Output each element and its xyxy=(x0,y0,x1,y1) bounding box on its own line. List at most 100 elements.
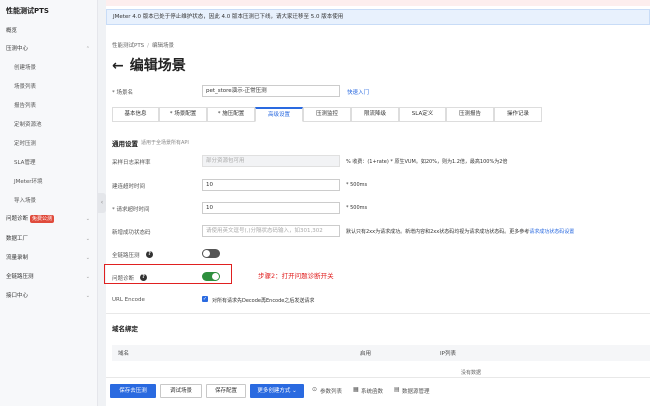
sidebar-item-diagnosis[interactable]: 问题诊断 免费公测 ⌄ xyxy=(0,212,98,226)
notice-banner-info: JMeter 4.0 版本已处于停止维护状态，因此 4.0 版本压测已下线，请大… xyxy=(106,9,650,25)
sidebar-item-pressure-center[interactable]: 压测中心 ⌃ xyxy=(0,42,98,56)
general-settings-subtitle: 适用于全场景所有API xyxy=(141,140,189,146)
success-code-hint: 默认只有2xx为请求成功。新增内容和2xx状态码均视为请求成功状态码。更多参考请… xyxy=(346,228,574,235)
success-code-label: 新增成功状态码 xyxy=(112,230,151,236)
save-and-run-button[interactable]: 保存去压测 xyxy=(110,384,156,398)
page-title: ← 编辑场景 xyxy=(112,55,186,75)
chevron-down-icon: ⌄ xyxy=(85,293,90,299)
breadcrumb: 性能测试PTS / 编辑场景 xyxy=(112,41,174,49)
breadcrumb-current: 编辑场景 xyxy=(152,43,175,49)
tab-rate-limit[interactable]: 限流降级 xyxy=(351,107,399,122)
sidebar-item-label: 接口中心 xyxy=(6,293,29,299)
sidebar-item-scene-list[interactable]: 场景列表 xyxy=(0,80,98,94)
sidebar-item-traffic-record[interactable]: 流量录制 ⌄ xyxy=(0,251,98,265)
sidebar-item-label: 全链路压测 xyxy=(6,274,34,280)
sidebar-item-import-scene[interactable]: 导入场景 xyxy=(0,194,98,208)
tab-basic-info[interactable]: 基本信息 xyxy=(112,107,159,122)
help-icon[interactable]: ? xyxy=(146,251,153,258)
sampling-rate-hint: % 收费：(1+rate) * 原生VUM。如20%，则为1.2倍，最高100%… xyxy=(346,159,508,165)
success-code-hint-text: 默认只有2xx为请求成功。新增内容和2xx状态码均视为请求成功状态码。更多参考 xyxy=(346,229,530,235)
fulllink-toggle[interactable] xyxy=(202,249,220,258)
page-title-text: 编辑场景 xyxy=(129,58,186,74)
url-encode-text: 对所有请求先Decode再Encode之后发送请求 xyxy=(212,298,315,304)
datasource-button[interactable]: 数据源管理 xyxy=(402,387,430,395)
request-timeout-input[interactable]: 10 xyxy=(202,202,340,214)
column-header-domain: 域名 xyxy=(118,351,130,357)
sidebar-item-api-center[interactable]: 接口中心 ⌄ xyxy=(0,289,98,303)
scene-name-label: * 场景名 xyxy=(112,90,133,96)
sidebar-item-sla[interactable]: SLA管理 xyxy=(0,156,98,170)
request-timeout-unit: * 500ms xyxy=(346,205,368,211)
toggle-knob xyxy=(203,250,210,257)
quickstart-link[interactable]: 快速入门 xyxy=(347,88,369,96)
parameter-list-icon: ⊙ xyxy=(312,386,318,393)
connect-timeout-input[interactable]: 10 xyxy=(202,179,340,191)
domain-table-header: 域名 启用 IP列表 xyxy=(112,345,650,361)
column-header-enabled: 启用 xyxy=(360,351,372,357)
sidebar-item-label: 问题诊断 xyxy=(6,216,29,222)
url-encode-label: URL Encode xyxy=(112,297,145,303)
empty-state: 没有数据 xyxy=(461,370,482,376)
general-settings-title: 通用设置 xyxy=(112,140,138,148)
section-divider xyxy=(106,313,650,314)
sidebar-item-jmeter-env[interactable]: JMeter环境 xyxy=(0,175,98,189)
tab-load-config[interactable]: * 施压配置 xyxy=(207,107,255,122)
sidebar-collapse-toggle[interactable]: ‹ xyxy=(98,193,106,213)
tab-sla[interactable]: SLA定义 xyxy=(399,107,446,122)
sidebar: 性能测试PTS 概览 压测中心 ⌃ 创建场景 场景列表 报告列表 定制资源池 定… xyxy=(0,0,98,406)
chevron-down-icon: ⌄ xyxy=(85,274,90,280)
connect-timeout-label: 建连超时时间 xyxy=(112,184,146,190)
tab-report[interactable]: 压测报告 xyxy=(446,107,494,122)
chevron-down-icon: ⌄ xyxy=(85,255,90,261)
breadcrumb-root[interactable]: 性能测试PTS xyxy=(112,43,144,49)
sampling-rate-label: 采样日志采样率 xyxy=(112,160,151,166)
annotation-step2: 步骤2：打开问题诊断开关 xyxy=(258,272,334,280)
sidebar-item-scheduled-test[interactable]: 定时压测 xyxy=(0,137,98,151)
sidebar-item-label: 流量录制 xyxy=(6,255,29,261)
chevron-down-icon: ⌄ xyxy=(85,236,90,242)
diagnosis-toggle[interactable] xyxy=(202,272,220,281)
back-arrow-icon[interactable]: ← xyxy=(112,58,124,74)
more-create-label: 更多创建方式 xyxy=(257,388,291,394)
sidebar-item-report-list[interactable]: 报告列表 xyxy=(0,99,98,113)
main-content: JMeter 4.0 版本已处于停止维护状态，因此 4.0 版本压测已下线，请大… xyxy=(104,0,650,406)
sidebar-item-data-factory[interactable]: 数据工厂 ⌄ xyxy=(0,232,98,246)
sidebar-item-create-scene[interactable]: 创建场景 xyxy=(0,61,98,75)
datasource-icon: ▤ xyxy=(394,386,400,393)
parameter-list-button[interactable]: 参数列表 xyxy=(320,387,342,395)
sidebar-item-resource-pool[interactable]: 定制资源池 xyxy=(0,118,98,132)
toggle-knob xyxy=(212,273,219,280)
request-timeout-label: * 请求超时时间 xyxy=(112,207,150,213)
sidebar-title: 性能测试PTS xyxy=(6,7,49,15)
tab-advanced-settings[interactable]: 高级设置 xyxy=(255,107,303,122)
help-icon[interactable]: ? xyxy=(140,274,147,281)
column-header-ip-list: IP列表 xyxy=(440,351,456,357)
sampling-rate-input[interactable]: 部分资源包可用 xyxy=(202,155,340,167)
sidebar-item-label: 数据工厂 xyxy=(6,236,29,242)
system-function-button[interactable]: 系统函数 xyxy=(361,387,383,395)
diagnosis-label: 问题诊断 xyxy=(112,276,135,282)
chevron-down-icon: ⌄ xyxy=(85,216,90,222)
chevron-left-icon: ‹ xyxy=(100,199,104,206)
tab-operation-log[interactable]: 操作记录 xyxy=(494,107,542,122)
url-encode-checkbox[interactable]: ✓ xyxy=(202,296,208,302)
more-create-dropdown[interactable]: 更多创建方式 ⌄ xyxy=(250,384,304,398)
domain-binding-title: 域名绑定 xyxy=(112,325,138,333)
system-function-icon: ▦ xyxy=(353,386,359,393)
sidebar-item-overview[interactable]: 概览 xyxy=(0,24,98,38)
notice-banner-error xyxy=(106,0,650,6)
tab-scene-config[interactable]: * 场景配置 xyxy=(159,107,207,122)
scene-name-input[interactable]: pet_store演示-正常压测 xyxy=(202,85,340,97)
chevron-up-icon: ⌃ xyxy=(85,46,90,52)
sidebar-item-fulllink[interactable]: 全链路压测 ⌄ xyxy=(0,270,98,284)
connect-timeout-unit: * 500ms xyxy=(346,182,368,188)
footer-toolbar: 保存去压测 调试场景 保存配置 更多创建方式 ⌄ ⊙ 参数列表 ▦ 系统函数 ▤… xyxy=(106,377,650,406)
beta-badge: 免费公测 xyxy=(30,214,55,223)
success-code-input[interactable]: 请使用英文逗号(,)分隔状态码输入，如301,302 xyxy=(202,225,340,237)
breadcrumb-separator: / xyxy=(147,43,150,49)
chevron-down-icon: ⌄ xyxy=(292,388,297,394)
tab-monitoring[interactable]: 压测监控 xyxy=(303,107,351,122)
debug-scene-button[interactable]: 调试场景 xyxy=(160,384,202,398)
success-code-doc-link[interactable]: 请求成功状态码设置 xyxy=(529,229,574,235)
save-config-button[interactable]: 保存配置 xyxy=(206,384,246,398)
